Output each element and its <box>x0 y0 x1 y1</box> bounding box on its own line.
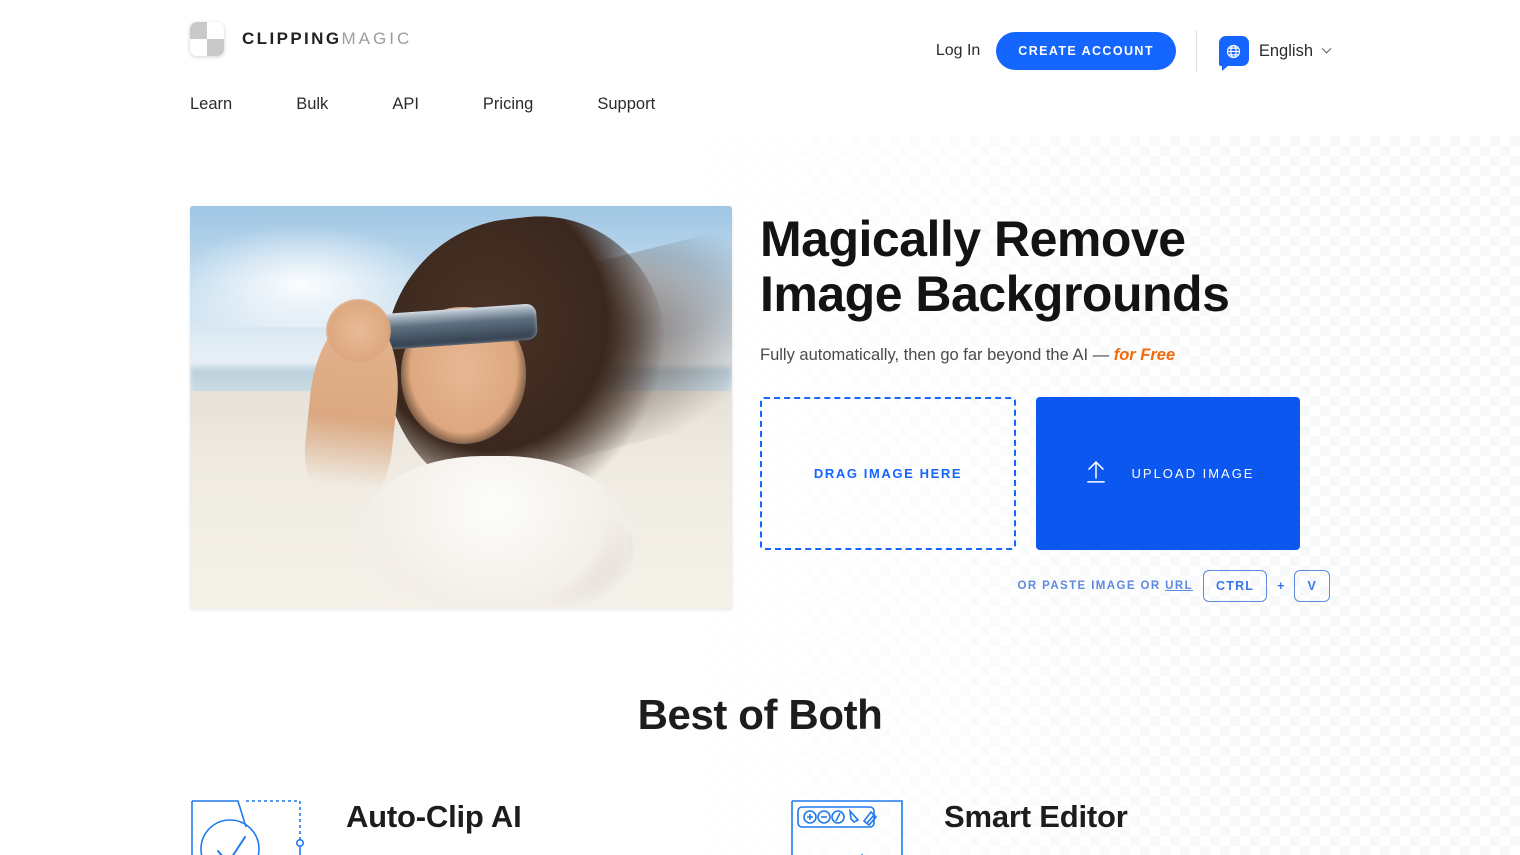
nav-item-bulk[interactable]: Bulk <box>296 95 328 114</box>
feature-smart-editor: Smart Editor The only background removal… <box>788 797 1330 855</box>
log-in-link[interactable]: Log In <box>936 42 980 60</box>
key-v: V <box>1294 570 1330 602</box>
smart-editor-toolbar-cursor-icon <box>788 797 918 855</box>
hero-title-line-2: Image Backgrounds <box>760 266 1230 322</box>
brand-wordmark: CLIPPINGMAGIC <box>242 29 412 49</box>
auto-clip-ai-checkmark-icon <box>190 797 320 855</box>
hero-section: Magically Remove Image Backgrounds Fully… <box>190 136 1330 609</box>
hero-content: Magically Remove Image Backgrounds Fully… <box>760 206 1330 609</box>
nav-item-support[interactable]: Support <box>597 95 655 114</box>
paste-hint-prefix: OR PASTE IMAGE OR <box>1017 580 1166 592</box>
globe-speech-bubble-icon <box>1218 36 1249 71</box>
paste-hint-row: OR PASTE IMAGE OR URL CTRL + V <box>760 570 1330 602</box>
brand-word-clipping: CLIPPING <box>242 29 342 48</box>
site-header: CLIPPINGMAGIC Log In CREATE ACCOUNT Engl… <box>0 0 1520 136</box>
nav-item-api[interactable]: API <box>392 95 419 114</box>
brand-logo-link[interactable]: CLIPPINGMAGIC <box>190 22 412 56</box>
checkerboard-logo-icon <box>190 22 224 56</box>
paste-hint-text: OR PASTE IMAGE OR URL <box>1017 580 1193 592</box>
page-root: CLIPPINGMAGIC Log In CREATE ACCOUNT Engl… <box>0 0 1520 855</box>
upload-arrow-icon <box>1082 458 1110 489</box>
nav-item-pricing[interactable]: Pricing <box>483 95 533 114</box>
hero-subtitle-highlight: for Free <box>1113 346 1176 364</box>
chevron-down-icon <box>1321 43 1332 54</box>
drop-zone-label: DRAG IMAGE HERE <box>813 466 963 481</box>
hero-subtitle-text: Fully automatically, then go far beyond … <box>760 346 1114 364</box>
key-ctrl: CTRL <box>1203 570 1268 602</box>
language-selector[interactable]: English <box>1218 36 1332 71</box>
main-navigation: Learn Bulk API Pricing Support <box>190 95 655 114</box>
upload-button-label: UPLOAD IMAGE <box>1131 466 1255 481</box>
brand-word-magic: MAGIC <box>341 29 413 48</box>
hero-upload-actions: DRAG IMAGE HERE UPLOAD IMAGE <box>760 397 1330 550</box>
paste-url-link[interactable]: URL <box>1165 580 1193 592</box>
header-divider <box>1195 30 1197 72</box>
features-row: Auto-Clip AI Trained on millions and mil… <box>190 797 1330 855</box>
best-of-both-title: Best of Both <box>637 691 883 738</box>
page-title: Magically Remove Image Backgrounds <box>760 212 1330 322</box>
feature-title-auto-clip-ai: Auto-Clip AI <box>346 799 522 834</box>
upload-image-button[interactable]: UPLOAD IMAGE <box>1036 397 1300 550</box>
hero-sample-photo <box>190 206 732 609</box>
feature-auto-clip-ai: Auto-Clip AI Trained on millions and mil… <box>190 797 732 855</box>
nav-item-learn[interactable]: Learn <box>190 95 232 114</box>
header-actions: Log In CREATE ACCOUNT English <box>936 30 1332 72</box>
key-plus-symbol: + <box>1277 579 1285 593</box>
create-account-button[interactable]: CREATE ACCOUNT <box>996 32 1176 70</box>
feature-title-smart-editor: Smart Editor <box>944 799 1128 834</box>
hero-title-line-1: Magically Remove <box>760 211 1186 267</box>
hero-subtitle: Fully automatically, then go far beyond … <box>760 346 1330 365</box>
drag-image-drop-zone[interactable]: DRAG IMAGE HERE <box>760 397 1016 550</box>
language-label: English <box>1258 41 1313 60</box>
